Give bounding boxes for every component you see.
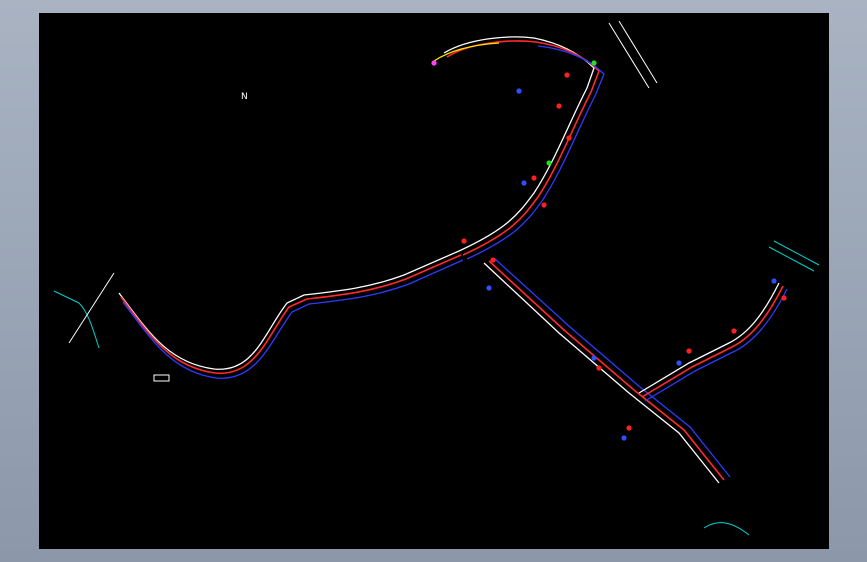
west-junction-rect (153, 374, 170, 382)
road-plan-drawing: N (53, 20, 820, 536)
marker-symbol (591, 60, 597, 66)
marker-symbol (486, 285, 492, 291)
marker-symbol (461, 238, 467, 244)
marker-symbol (591, 355, 597, 361)
west-side-road (68, 272, 115, 344)
marker-symbol (516, 88, 522, 94)
marker-symbol (541, 202, 547, 208)
marker-symbol (521, 180, 527, 186)
marker-symbol (546, 160, 552, 166)
southeast-water-arc (703, 522, 750, 536)
marker-symbol (621, 435, 627, 441)
marker-symbol (676, 360, 682, 366)
marker-symbol (686, 348, 692, 354)
east-centerline (641, 285, 784, 398)
marker-symbol (771, 278, 777, 284)
water-features (53, 240, 820, 536)
marker-symbol (626, 425, 632, 431)
southeast-centerline (488, 260, 725, 481)
drawing-canvas[interactable]: N (39, 13, 829, 549)
east-road-branch (638, 282, 788, 402)
west-water-curve (78, 302, 100, 349)
marker-symbol (531, 175, 537, 181)
marker-symbol (596, 365, 602, 371)
north-kerb (433, 42, 500, 62)
west-offset-line (122, 259, 464, 379)
north-offset-line (466, 45, 605, 260)
southeast-road-branch (483, 258, 731, 484)
north-arrow-label: N (241, 92, 248, 102)
east-road-edge (638, 282, 780, 394)
marker-symbol (731, 328, 737, 334)
marker-symbol (490, 257, 496, 263)
west-road-edge (118, 250, 460, 370)
north-road-branch (433, 36, 605, 260)
north-east-side-road-2 (618, 20, 658, 84)
marker-symbol (566, 135, 572, 141)
west-water-line (53, 290, 80, 304)
marker-symbol (431, 60, 437, 66)
southeast-road-edge (483, 262, 720, 484)
marker-symbol (556, 103, 562, 109)
marker-symbol (781, 295, 787, 301)
north-east-side-road-1 (608, 22, 650, 89)
marker-symbol (564, 72, 570, 78)
west-road-branch (118, 250, 464, 379)
